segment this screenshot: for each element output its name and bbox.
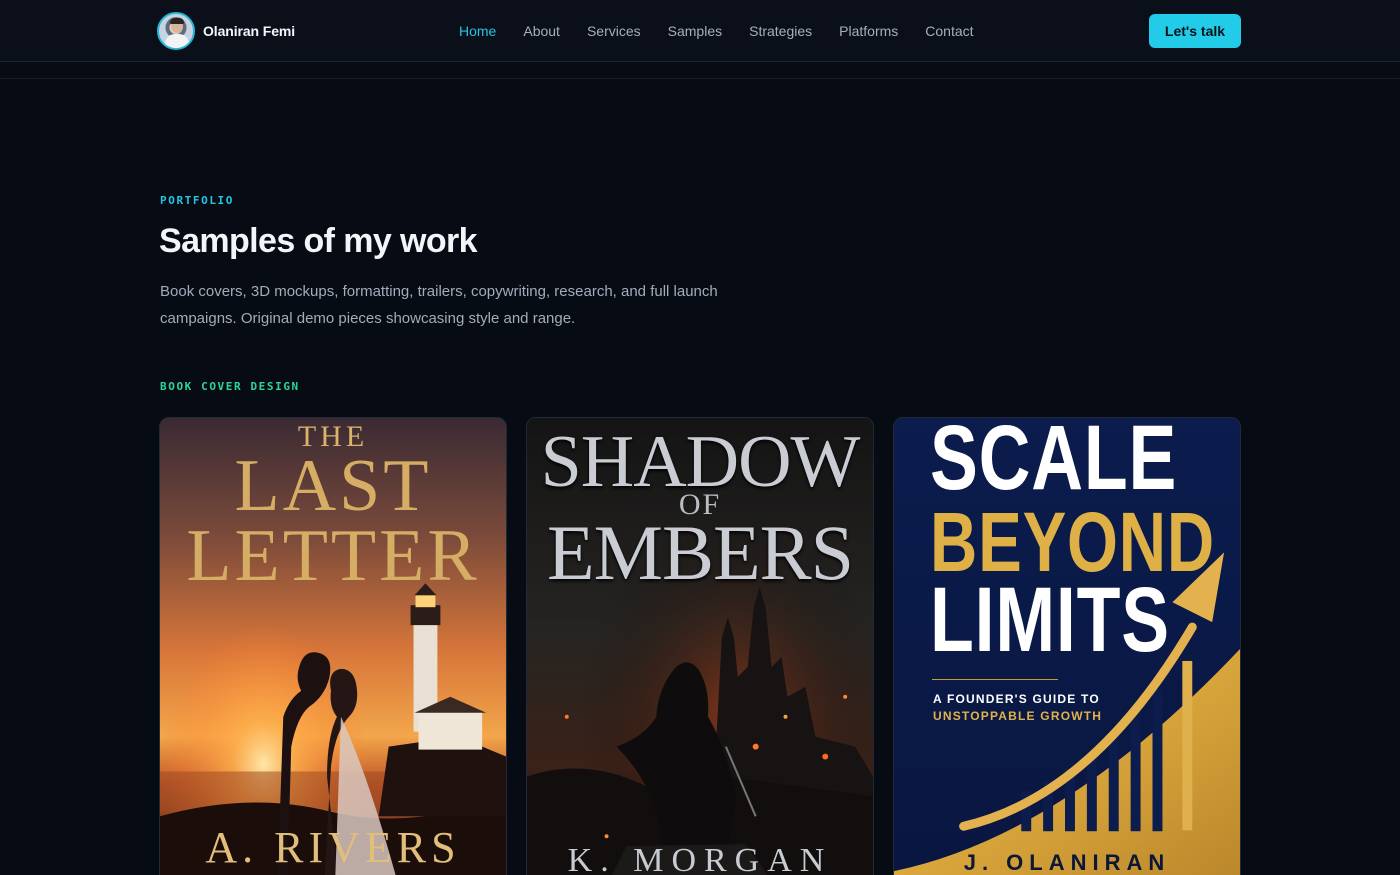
nav-platforms[interactable]: Platforms (839, 22, 898, 40)
cover-title-line1: SCALE (930, 417, 1178, 509)
brand[interactable]: Olaniran Femi (157, 12, 295, 50)
page-title: Samples of my work (159, 222, 478, 260)
cover-title-line2: LETTER (186, 515, 480, 597)
cover-card-shadow-of-embers[interactable]: SHADOW OF EMBERS K. MORGAN (526, 417, 874, 875)
section-eyebrow: PORTFOLIO (160, 194, 235, 207)
divider (0, 78, 1400, 79)
nav-samples[interactable]: Samples (668, 22, 722, 40)
main-nav: Home About Services Samples Strategies P… (459, 22, 1001, 40)
nav-about[interactable]: About (523, 22, 560, 40)
cover-title-line1: LAST (234, 445, 432, 527)
nav-contact[interactable]: Contact (925, 22, 973, 40)
cover-divider (932, 679, 1058, 680)
cover-card-scale-beyond-limits[interactable]: SCALE BEYOND LIMITS A FOUNDER'S GUIDE TO… (893, 417, 1241, 875)
brand-name: Olaniran Femi (203, 23, 296, 39)
category-label: BOOK COVER DESIGN (160, 380, 300, 393)
cover-card-last-letter[interactable]: THE LAST LETTER A. RIVERS (159, 417, 507, 875)
nav-home[interactable]: Home (459, 22, 496, 40)
cover-author: K. MORGAN (567, 842, 833, 875)
avatar (157, 12, 195, 50)
section-description: Book covers, 3D mockups, formatting, tra… (160, 283, 718, 327)
site-header: Olaniran Femi Home About Services Sample… (0, 0, 1400, 62)
nav-services[interactable]: Services (587, 22, 641, 40)
lets-talk-button[interactable]: Let's talk (1149, 14, 1241, 48)
cover-title-line3: LIMITS (930, 569, 1170, 671)
nav-strategies[interactable]: Strategies (749, 22, 812, 40)
cover-author: A. RIVERS (205, 823, 461, 872)
cover-tagline-1: A FOUNDER'S GUIDE TO (933, 692, 1100, 706)
cover-title-line2: EMBERS (546, 509, 854, 596)
cover-author: J. OLANIRAN (963, 850, 1171, 875)
cover-tagline-2: UNSTOPPABLE GROWTH (933, 709, 1103, 723)
